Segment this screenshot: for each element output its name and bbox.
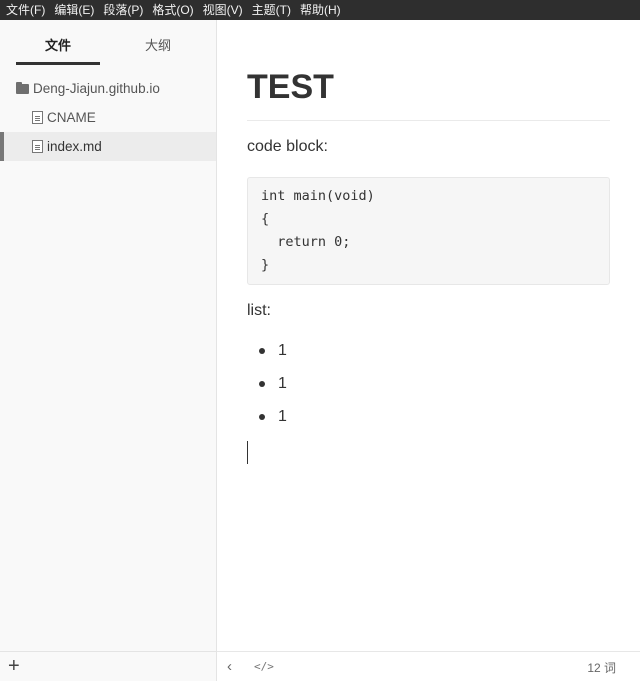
file-label: index.md <box>47 139 102 154</box>
document-title[interactable]: TEST <box>247 68 334 107</box>
source-code-icon[interactable]: </> <box>254 660 274 673</box>
code-block[interactable]: int main(void) { return 0; } <box>247 177 610 285</box>
folder-label: Deng-Jiajun.github.io <box>33 81 160 96</box>
bullet-icon <box>259 414 265 420</box>
menu-paragraph[interactable]: 段落(P) <box>99 0 148 20</box>
sidebar-tabs: 文件 大纲 <box>0 20 216 66</box>
paragraph-list[interactable]: list: <box>247 302 271 320</box>
tree-folder-root[interactable]: Deng-Jiajun.github.io <box>0 74 216 103</box>
menu-bar: 文件(F) 编辑(E) 段落(P) 格式(O) 视图(V) 主题(T) 帮助(H… <box>0 0 640 20</box>
menu-help[interactable]: 帮助(H) <box>296 0 346 20</box>
tab-outline[interactable]: 大纲 <box>116 20 200 66</box>
paragraph-code-block[interactable]: code block: <box>247 138 328 156</box>
list-item[interactable]: 1 <box>247 369 287 402</box>
title-divider <box>247 120 610 121</box>
menu-theme[interactable]: 主题(T) <box>248 0 296 20</box>
sidebar: 文件 大纲 Deng-Jiajun.github.io CNAME index.… <box>0 20 217 681</box>
editor-area[interactable]: TEST code block: int main(void) { return… <box>217 20 640 651</box>
active-file-indicator <box>0 132 4 161</box>
file-icon <box>32 111 43 124</box>
file-tree: Deng-Jiajun.github.io CNAME index.md <box>0 74 216 161</box>
menu-file[interactable]: 文件(F) <box>2 0 50 20</box>
menu-format[interactable]: 格式(O) <box>148 0 198 20</box>
text-caret <box>247 441 248 464</box>
tab-files[interactable]: 文件 <box>16 20 100 66</box>
bullet-icon <box>259 348 265 354</box>
list-item-text: 1 <box>278 342 287 359</box>
menu-view[interactable]: 视图(V) <box>199 0 248 20</box>
add-icon[interactable]: + <box>8 656 20 676</box>
file-label: CNAME <box>47 110 96 125</box>
code-line: { <box>261 211 270 227</box>
list-item[interactable]: 1 <box>247 402 287 435</box>
bullet-icon <box>259 381 265 387</box>
file-icon <box>32 140 43 153</box>
word-count[interactable]: 12 词 <box>587 659 616 676</box>
sidebar-footer: + <box>0 651 216 681</box>
chevron-left-icon[interactable]: ‹ <box>227 658 232 675</box>
tree-file-cname[interactable]: CNAME <box>0 103 216 132</box>
status-bar: ‹ </> 12 词 <box>217 651 640 681</box>
code-line: return 0; <box>261 234 351 250</box>
code-line: } <box>261 257 270 273</box>
folder-icon <box>16 81 29 94</box>
list-item[interactable]: 1 <box>247 336 287 369</box>
menu-edit[interactable]: 编辑(E) <box>50 0 99 20</box>
list-item-text: 1 <box>278 375 287 392</box>
bullet-list: 1 1 1 <box>247 336 287 435</box>
active-tab-indicator <box>16 62 100 65</box>
tree-file-index[interactable]: index.md <box>0 132 216 161</box>
code-line: int main(void) <box>261 188 375 204</box>
list-item-text: 1 <box>278 408 287 425</box>
